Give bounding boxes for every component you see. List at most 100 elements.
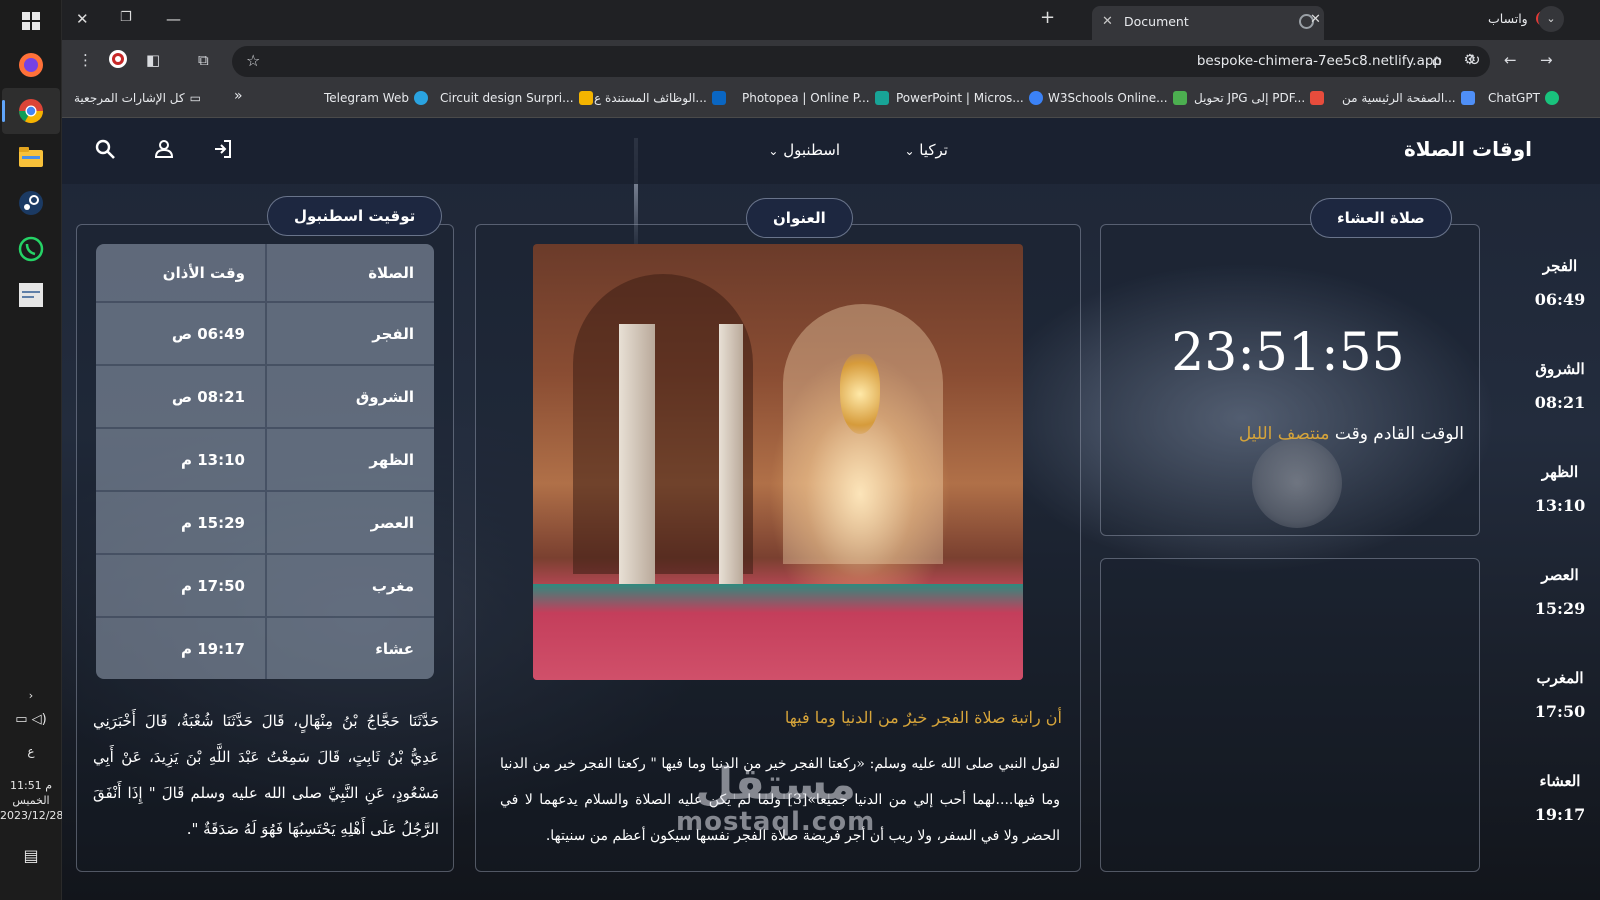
steam-icon[interactable] — [14, 186, 48, 220]
clock-day: الخميس — [12, 794, 50, 807]
taskbar-clock[interactable]: 11:51 م الخميس 2023/12/28 — [0, 778, 64, 823]
country-dropdown[interactable]: تركيا ⌄ — [904, 141, 948, 159]
chrome-icon[interactable] — [14, 94, 48, 128]
bookmark-w3schools[interactable]: W3Schools Online... — [1048, 91, 1187, 105]
bookmark-label: Circuit design Surpri... — [440, 91, 574, 105]
new-tab-icon[interactable]: + — [1040, 7, 1055, 28]
sidebar-prayer-name: الظهر — [1541, 463, 1579, 481]
tab-document[interactable]: ✕ Document — [1092, 6, 1324, 40]
telegram-icon — [413, 91, 428, 105]
side-panel-icon[interactable]: ◧ — [146, 51, 160, 69]
prayer-time: 13:10 م — [181, 450, 245, 469]
heart-icon — [1310, 91, 1325, 105]
bookmark-circuit[interactable]: Circuit design Surpri... — [440, 91, 593, 105]
profile-avatar[interactable] — [108, 49, 128, 73]
next-prayer-value: منتصف الليل — [1238, 424, 1330, 444]
browser-toolbar: ⋮ ◧ ⧉ ☆ bespoke-chimera-7ee5c8.netlify.a… — [62, 40, 1600, 82]
prayer-name: عشاء — [265, 618, 434, 679]
bookmark-homepage[interactable]: الصفحة الرئيسية من... — [1342, 91, 1475, 105]
bookmarks-overflow-icon[interactable]: » — [234, 88, 243, 104]
bookmark-label: Photopea | Online P... — [742, 91, 870, 105]
reload-icon[interactable]: ↻ — [1468, 51, 1481, 69]
sidebar-item-dhuhr: الظهر 13:10 — [1520, 454, 1600, 557]
tab-close-icon[interactable]: ✕ — [1102, 14, 1113, 29]
city-dropdown[interactable]: اسطنبول ⌄ — [768, 141, 840, 159]
home-icon[interactable]: ⌂ — [1432, 51, 1442, 69]
tab-title: Document — [1124, 14, 1189, 29]
sidebar-item-sunrise: الشروق 08:21 — [1520, 351, 1600, 454]
search-icon[interactable] — [94, 138, 116, 160]
forward-arrow-icon[interactable]: → — [1540, 51, 1553, 69]
mosque-interior-image — [533, 244, 1023, 680]
battery-volume-icons[interactable]: ▭ ◁) — [0, 712, 62, 727]
circuit-icon — [578, 91, 593, 105]
sidebar-item-isha: العشاء 19:17 — [1520, 763, 1600, 866]
input-language[interactable]: ع — [0, 744, 62, 759]
prayer-name: العصر — [265, 492, 434, 553]
chevron-down-icon: ⌄ — [904, 144, 915, 158]
bookmark-label: Telegram Web — [324, 91, 409, 105]
all-bookmarks-link[interactable]: كل الإشارات المرجعية ▭ — [74, 91, 201, 105]
firefox-icon[interactable] — [14, 48, 48, 82]
mosque-arch-window — [783, 304, 943, 564]
tray-expand-icon[interactable]: › — [0, 688, 62, 703]
prayer-time: 19:17 م — [181, 639, 245, 658]
sidebar-item-maghrib: المغرب 17:50 — [1520, 660, 1600, 763]
bookmark-jpg-pdf[interactable]: تحويل JPG إلى PDF... — [1194, 91, 1325, 105]
bookmark-jobs[interactable]: الوظائف المستندة ع... — [594, 91, 726, 105]
clock-date: 2023/12/28 — [0, 809, 64, 822]
prayer-times-page: اوقات الصلاة تركيا ⌄ اسطنبول ⌄ الصلاة وق… — [62, 118, 1600, 900]
address-bar[interactable]: ☆ bespoke-chimera-7ee5c8.netlify.app ⚙ — [232, 46, 1490, 77]
app-window-icon[interactable] — [14, 278, 48, 312]
mosque-pillar — [619, 324, 655, 624]
folder-icon: ▭ — [189, 91, 201, 105]
empty-panel — [1100, 558, 1480, 872]
windows-start-icon[interactable] — [14, 4, 48, 38]
bookmark-label: تحويل JPG إلى PDF... — [1194, 91, 1306, 105]
chandelier — [840, 354, 880, 434]
bookmark-star-icon[interactable]: ☆ — [246, 51, 260, 70]
bookmark-label: W3Schools Online... — [1048, 91, 1168, 105]
table-row: عشاء 19:17 م — [96, 616, 434, 679]
table-row: مغرب 17:50 م — [96, 553, 434, 616]
prayer-time: 06:49 ص — [171, 324, 245, 343]
user-icon[interactable] — [153, 138, 175, 160]
tab-search-chevron-icon[interactable]: ⌄ — [1538, 6, 1564, 32]
isha-prayer-pill[interactable]: صلاة العشاء — [1310, 198, 1452, 238]
bookmark-label: الوظائف المستندة ع... — [594, 91, 707, 105]
bookmark-label: الصفحة الرئيسية من... — [1342, 91, 1456, 105]
watermark-latin: mostaql.com — [676, 807, 876, 837]
minimize-window-icon[interactable]: — — [166, 10, 181, 28]
back-arrow-icon[interactable]: ← — [1504, 51, 1517, 69]
restore-window-icon[interactable]: ❐ — [120, 10, 132, 25]
sidebar-prayer-time: 19:17 — [1534, 805, 1586, 824]
bookmark-photopea[interactable]: Photopea | Online P... — [742, 91, 889, 105]
prayer-table: الصلاة وقت الأذان الفجر 06:49 ص الشروق 0… — [96, 244, 434, 679]
photopea-icon — [874, 91, 889, 105]
extensions-icon[interactable]: ⧉ — [198, 51, 209, 69]
next-prayer-line: الوقت القادم وقت منتصف الليل — [1239, 424, 1464, 444]
login-icon[interactable] — [212, 138, 234, 160]
file-explorer-icon[interactable] — [14, 140, 48, 174]
istanbul-timing-pill[interactable]: توقيت اسطنبول — [267, 196, 443, 236]
menu-kebab-icon[interactable]: ⋮ — [78, 51, 93, 69]
tab-close-icon-whatsapp[interactable]: ✕ — [1310, 12, 1321, 27]
prayer-name: الفجر — [265, 303, 434, 364]
whatsapp-icon[interactable] — [14, 232, 48, 266]
title-pill[interactable]: العنوان — [746, 198, 853, 238]
bookmark-label: PowerPoint | Micros... — [896, 91, 1024, 105]
bookmark-telegram[interactable]: Telegram Web — [324, 91, 428, 105]
sidebar-item-asr: العصر 15:29 — [1520, 557, 1600, 660]
windows-taskbar: › ▭ ◁) ع 11:51 م الخميس 2023/12/28 ▤ — [0, 0, 64, 900]
url-text[interactable]: bespoke-chimera-7ee5c8.netlify.app — [1197, 53, 1442, 69]
w3schools-icon — [1172, 91, 1187, 105]
bookmark-chatgpt[interactable]: ChatGPT — [1488, 91, 1559, 105]
close-window-icon[interactable]: ✕ — [76, 10, 89, 28]
column-header-prayer: الصلاة — [265, 244, 434, 301]
bookmark-powerpoint[interactable]: PowerPoint | Micros... — [896, 91, 1043, 105]
city-label: اسطنبول — [783, 141, 840, 159]
notification-icon[interactable]: ▤ — [0, 848, 62, 864]
prayer-time: 15:29 م — [181, 513, 245, 532]
chatgpt-icon — [1544, 91, 1559, 105]
bookmarks-bar: كل الإشارات المرجعية ▭ » Telegram Web Ci… — [62, 82, 1600, 118]
